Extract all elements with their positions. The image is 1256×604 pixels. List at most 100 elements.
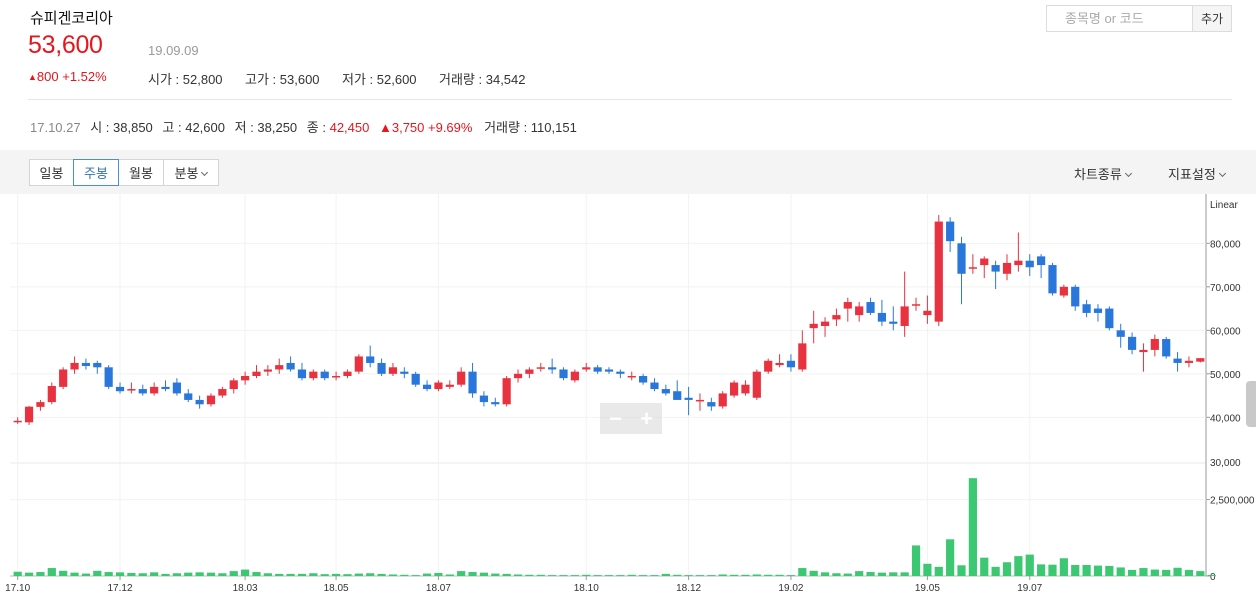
candle-body bbox=[1048, 265, 1057, 294]
x-tick-label: 19.05 bbox=[915, 583, 940, 594]
candle-body bbox=[570, 371, 579, 381]
tab-weekly[interactable]: 주봉 bbox=[73, 159, 119, 186]
candle-body bbox=[47, 386, 56, 403]
search-input[interactable] bbox=[1047, 6, 1192, 31]
volume-bar bbox=[1207, 574, 1216, 576]
candle-body bbox=[434, 382, 443, 390]
volume-bar bbox=[1196, 571, 1205, 576]
candle-body bbox=[809, 323, 818, 329]
volume-bar bbox=[832, 573, 841, 576]
candle-body bbox=[24, 406, 34, 423]
hover-close-value: 42,450 bbox=[329, 120, 370, 135]
candle-body bbox=[70, 362, 79, 370]
stock-name: 슈피겐코리아 bbox=[30, 10, 113, 27]
candle-body bbox=[1116, 330, 1125, 337]
up-arrow-icon: ▲ bbox=[28, 72, 37, 82]
candle-body bbox=[388, 367, 398, 374]
volume-bar bbox=[639, 575, 648, 577]
candle-body bbox=[923, 310, 932, 316]
volume-bar bbox=[559, 575, 568, 577]
zoom-in-button[interactable]: + bbox=[631, 403, 662, 434]
volume-bar bbox=[1139, 568, 1148, 576]
candle-body bbox=[957, 243, 966, 274]
chevron-down-icon bbox=[1218, 169, 1226, 178]
candle-body bbox=[1162, 339, 1171, 357]
zoom-out-button[interactable]: − bbox=[600, 403, 631, 434]
volume-bar bbox=[377, 573, 386, 576]
candle-body bbox=[741, 384, 750, 394]
candle-body bbox=[491, 402, 500, 405]
candle-body bbox=[229, 380, 238, 390]
chart-type-dropdown[interactable]: 차트종류 bbox=[1074, 164, 1132, 183]
volume-bar bbox=[343, 574, 352, 576]
volume-bar bbox=[13, 571, 22, 576]
volume-bar bbox=[309, 573, 318, 576]
tab-monthly[interactable]: 월봉 bbox=[118, 159, 164, 186]
candle-body bbox=[627, 376, 636, 378]
candle-body bbox=[1082, 304, 1091, 313]
volume-bar bbox=[195, 572, 204, 576]
quote-open-label: 시가 bbox=[148, 72, 172, 87]
hover-high: 고 : 42,600 bbox=[162, 120, 225, 135]
volume-bar bbox=[1173, 567, 1182, 576]
volume-bar bbox=[400, 574, 409, 576]
candle-body bbox=[468, 371, 477, 394]
volume-bar bbox=[297, 573, 307, 576]
volume-bar bbox=[36, 572, 45, 576]
x-tick-label: 18.10 bbox=[574, 583, 599, 594]
candle-body bbox=[354, 356, 363, 372]
quote-high: 고가 : 53,600 bbox=[245, 72, 320, 87]
candle-body bbox=[59, 369, 68, 387]
candle-body bbox=[479, 395, 489, 403]
indicator-settings-dropdown[interactable]: 지표설정 bbox=[1168, 164, 1226, 183]
candle-body bbox=[684, 397, 693, 400]
candle-body bbox=[400, 371, 409, 374]
x-tick-label: 19.07 bbox=[1017, 583, 1042, 594]
volume-bar bbox=[695, 575, 705, 577]
candle-body bbox=[1196, 358, 1205, 362]
candle-body bbox=[1139, 349, 1148, 353]
candle-body bbox=[911, 304, 921, 306]
volume-bar bbox=[900, 572, 909, 576]
add-button[interactable]: 추가 bbox=[1192, 6, 1231, 31]
candle-body bbox=[1014, 260, 1023, 266]
volume-bar bbox=[991, 566, 1000, 576]
volume-bar bbox=[1002, 562, 1012, 576]
volume-bar bbox=[570, 575, 579, 577]
indicator-label: 지표설정 bbox=[1168, 167, 1216, 182]
volume-bar bbox=[229, 571, 238, 576]
volume-bar bbox=[434, 572, 443, 576]
candle-body bbox=[877, 312, 887, 322]
volume-bar bbox=[1037, 564, 1046, 576]
candle-body bbox=[184, 393, 193, 400]
candle-body bbox=[206, 395, 216, 405]
candle-body bbox=[616, 371, 625, 374]
volume-bar bbox=[798, 568, 807, 576]
candle-body bbox=[707, 402, 716, 407]
x-tick-label: 18.05 bbox=[324, 583, 349, 594]
side-panel-handle[interactable] bbox=[1246, 381, 1256, 427]
candle-body bbox=[1037, 256, 1046, 266]
candle-body bbox=[673, 391, 682, 400]
candle-body bbox=[309, 371, 318, 379]
x-tick-label: 17.12 bbox=[108, 583, 133, 594]
candle-body bbox=[1105, 308, 1114, 329]
candle-body bbox=[946, 221, 955, 242]
tab-minute[interactable]: 분봉 bbox=[163, 159, 219, 186]
candle-body bbox=[161, 386, 170, 390]
quote-volume: 거래량 : 34,542 bbox=[439, 72, 526, 87]
candle-body bbox=[241, 376, 250, 381]
volume-bar bbox=[980, 557, 989, 576]
volume-bar bbox=[59, 570, 68, 576]
stock-chart[interactable]: 40,000 50,000 60,000 70,000 80,000 Linear 30,0… bbox=[0, 194, 1256, 604]
volume-bar bbox=[422, 573, 432, 576]
tab-daily[interactable]: 일봉 bbox=[29, 159, 74, 186]
candle-body bbox=[650, 382, 659, 390]
stock-search: 추가 bbox=[1046, 5, 1232, 32]
candle-body bbox=[1059, 286, 1068, 296]
candle-body bbox=[866, 302, 875, 313]
quote-volume-label: 거래량 bbox=[439, 72, 475, 87]
candle-body bbox=[604, 369, 614, 372]
price-tick-label: 80,000 bbox=[1210, 239, 1241, 250]
candle-body bbox=[445, 384, 454, 387]
